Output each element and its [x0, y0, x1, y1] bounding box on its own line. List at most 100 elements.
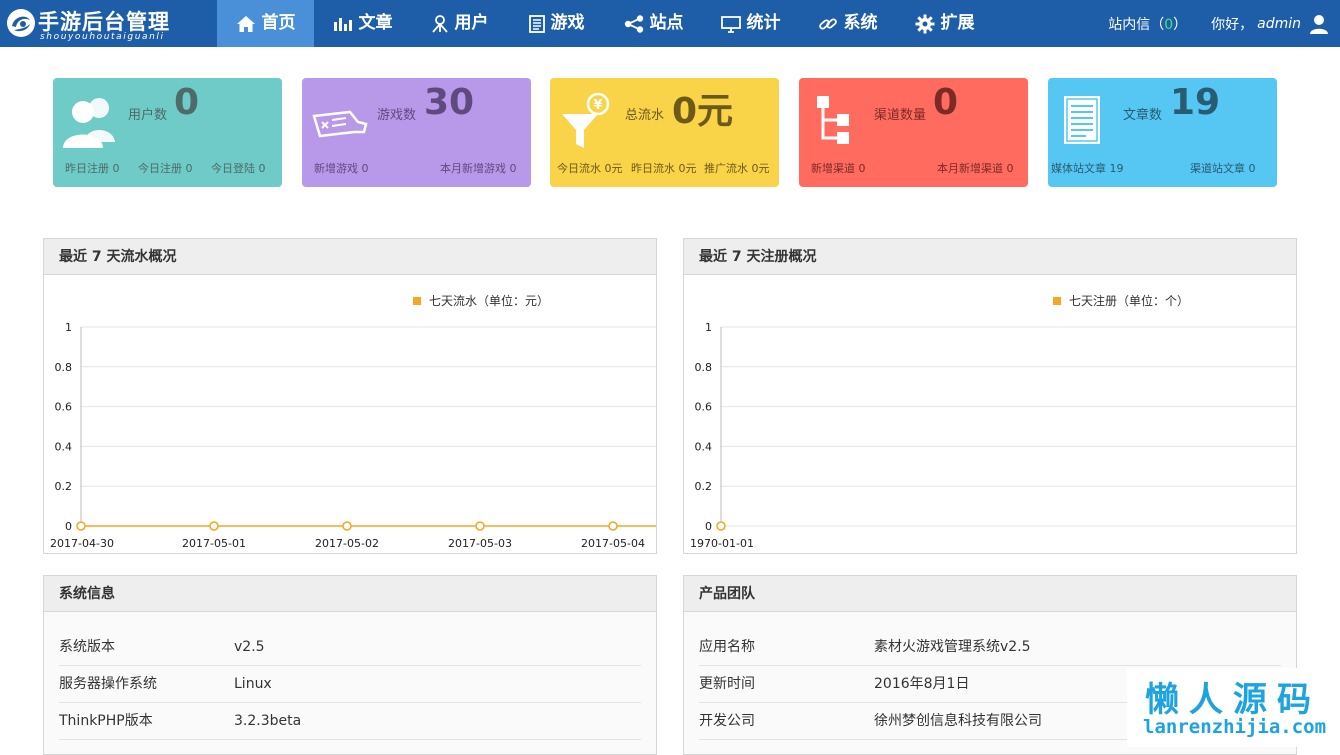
nav-item-extensions[interactable]: 扩展	[896, 0, 993, 47]
stat-sub: 新增渠道 0	[811, 162, 866, 175]
info-value: 素材火游戏管理系统v2.5	[874, 639, 1031, 655]
info-value: 2016年8月1日	[874, 676, 970, 692]
inbox-link[interactable]: 站内信（0）	[1108, 14, 1187, 34]
stat-label: 总流水	[625, 108, 665, 123]
info-key: 应用名称	[699, 639, 755, 655]
inbox-paren-open: （	[1150, 16, 1165, 33]
stat-card-users[interactable]: 用户数 0 昨日注册 0 今日注册 0 今日登陆 0	[53, 78, 282, 187]
stat-sub: 今日流水 0元	[557, 162, 623, 175]
link-icon	[818, 17, 837, 30]
stat-value: 30	[424, 82, 475, 123]
share-icon	[624, 14, 643, 33]
stat-value: 0元	[672, 91, 734, 132]
info-key: 更新时间	[699, 676, 755, 692]
y-tick-label: 0	[705, 520, 712, 533]
y-tick-label: 0.6	[55, 401, 73, 414]
home-icon	[236, 15, 255, 32]
svg-text:¥: ¥	[593, 98, 602, 113]
nav-label: 用户	[454, 13, 489, 33]
nav-label: 统计	[746, 13, 781, 33]
revenue-line-chart: 七天流水（单位：元） 1 0.8 0.6 0.4 0.2 0 2017-04-30 2017-0…	[50, 293, 656, 550]
stat-sub: 推广流水 0元	[704, 162, 770, 175]
nav-item-system[interactable]: 系统	[799, 0, 896, 47]
y-tick-label: 0.4	[695, 440, 713, 453]
nav-label: 系统	[843, 13, 878, 33]
user-icon[interactable]	[1309, 14, 1329, 34]
data-point	[475, 521, 485, 531]
users-icon	[63, 98, 115, 148]
y-tick-label: 1	[705, 321, 712, 334]
info-key: 开发公司	[699, 713, 755, 729]
legend-label: 七天流水（单位：元）	[429, 293, 549, 308]
info-row: 服务器操作系统 Linux	[59, 666, 641, 703]
info-row: 系统版本 v2.5	[59, 629, 641, 666]
info-value: 徐州梦创信息科技有限公司	[874, 713, 1042, 729]
x-tick-label: 1970-01-01	[690, 537, 754, 550]
stat-label: 游戏数	[377, 108, 417, 123]
nav-item-games[interactable]: 游戏	[508, 0, 605, 47]
nav-item-articles[interactable]: 文章	[314, 0, 411, 47]
nav-label: 首页	[261, 13, 296, 33]
main-nav: 首页 文章 用户 游戏 站点 统计 系统 扩展	[217, 0, 993, 47]
info-value: Linux	[234, 676, 272, 692]
x-tick-label: 2017-05-03	[448, 537, 512, 550]
stat-sub: 媒体站文章 19	[1051, 162, 1124, 175]
stat-sub: 渠道站文章 0	[1190, 162, 1256, 175]
info-key: 服务器操作系统	[59, 676, 157, 692]
stat-label: 文章数	[1123, 108, 1163, 123]
y-tick-label: 0.8	[695, 361, 713, 374]
legend-swatch	[1053, 297, 1061, 305]
monitor-icon	[720, 15, 741, 33]
nav-label: 游戏	[550, 13, 585, 33]
nav-item-sites[interactable]: 站点	[605, 0, 702, 47]
nav-item-stats[interactable]: 统计	[702, 0, 799, 47]
game-pad-icon	[312, 110, 368, 138]
watermark: 懒人源码 lanrenzhijia.com	[1127, 668, 1340, 747]
stat-value: 0	[174, 82, 200, 123]
data-point	[209, 521, 219, 531]
nav-item-users[interactable]: 用户	[411, 0, 508, 47]
x-tick-label: 2017-04-30	[50, 537, 114, 550]
y-tick-label: 0.6	[695, 401, 713, 414]
sitemap-icon	[817, 96, 849, 144]
stat-label: 渠道数量	[874, 108, 927, 123]
inbox-label: 站内信	[1108, 16, 1151, 33]
revenue-chart-panel: 最近 7 天流水概况 七天流水（单位：元） 1 0.8 0.6 0.4 0.2 0 2017-…	[43, 238, 657, 554]
stat-card-games[interactable]: 游戏数 30 新增游戏 0 本月新增游戏 0	[302, 78, 531, 187]
panel-title: 最近 7 天流水概况	[44, 239, 656, 275]
stat-sub: 今日登陆 0	[211, 162, 266, 175]
y-tick-label: 0.4	[55, 440, 73, 453]
info-key: 系统版本	[59, 639, 115, 655]
stat-value: 19	[1170, 82, 1221, 123]
stat-value: 0	[933, 82, 959, 123]
register-line-chart: 七天注册（单位：个） 1 0.8 0.6 0.4 0.2 0 1970-01-01	[690, 293, 1296, 550]
user-tie-icon	[431, 14, 448, 33]
nav-item-home[interactable]: 首页	[217, 0, 314, 47]
register-chart-panel: 最近 7 天注册概况 七天注册（单位：个） 1 0.8 0.6 0.4 0.2 0 1970-…	[683, 238, 1297, 554]
stat-card-revenue[interactable]: ¥ 总流水 0元 今日流水 0元 昨日流水 0元 推广流水 0元	[550, 78, 779, 187]
data-point	[716, 521, 726, 531]
document-icon	[528, 14, 545, 33]
nav-label: 文章	[358, 13, 393, 33]
panel-title: 系统信息	[44, 576, 656, 612]
username[interactable]: admin	[1257, 16, 1301, 32]
brand-logo[interactable]: 手游后台管理 shouyouhoutaiguanli	[0, 0, 217, 47]
user-area: 站内信（0） 你好， admin	[1108, 0, 1340, 47]
nav-label: 扩展	[940, 13, 975, 33]
stat-sub: 今日注册 0	[138, 162, 193, 175]
y-tick-label: 0.8	[55, 361, 73, 374]
stat-sub: 新增游戏 0	[314, 162, 369, 175]
stat-sub: 昨日注册 0	[65, 162, 120, 175]
legend-swatch	[413, 297, 421, 305]
inbox-paren-close: ）	[1173, 16, 1188, 33]
watermark-en: lanrenzhijia.com	[1143, 716, 1327, 738]
y-tick-label: 1	[65, 321, 72, 334]
stat-label: 用户数	[128, 108, 168, 123]
greeting: 你好，	[1211, 16, 1254, 33]
brand-subtitle: shouyouhoutaiguanli	[40, 32, 165, 42]
stat-card-articles[interactable]: 文章数 19 媒体站文章 19 渠道站文章 0	[1048, 78, 1277, 187]
article-icon	[1064, 96, 1100, 144]
stat-card-channels[interactable]: 渠道数量 0 新增渠道 0 本月新增渠道 0	[799, 78, 1028, 187]
data-point	[608, 521, 618, 531]
panel-title: 最近 7 天注册概况	[684, 239, 1296, 275]
